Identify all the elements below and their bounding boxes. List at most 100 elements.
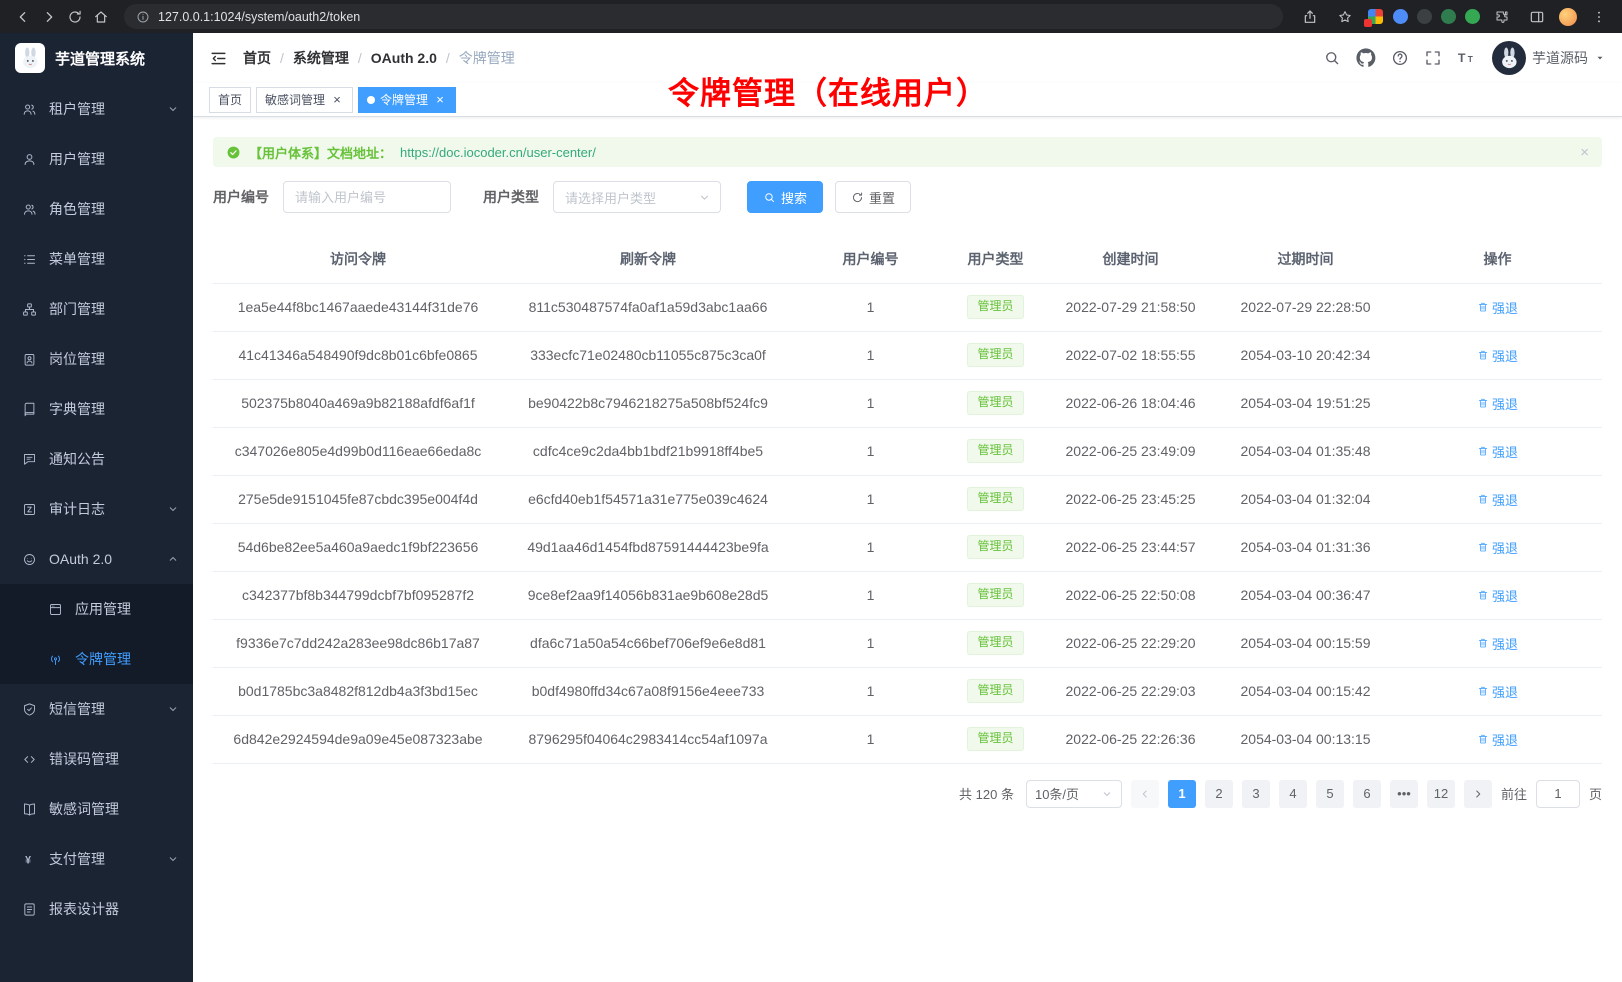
sidebar-fold-icon[interactable]	[209, 49, 228, 68]
force-logout-button[interactable]: 强退	[1477, 634, 1518, 653]
force-logout-button[interactable]: 强退	[1477, 586, 1518, 605]
bookmark-star-icon[interactable]	[1332, 5, 1358, 29]
pager-prev-button[interactable]	[1131, 780, 1159, 808]
table-row: 54d6be82ee5a460a9aedc1f9bf22365649d1aa46…	[213, 523, 1602, 571]
refresh-cell: 333ecfc71e02480cb11055c875c3ca0f	[530, 347, 766, 363]
page-content: 【用户体系】文档地址： https://doc.iocoder.cn/user-…	[193, 117, 1622, 808]
sidebar-item-label: 支付管理	[49, 849, 155, 869]
url-bar[interactable]: 127.0.0.1:1024/system/oauth2/token	[124, 4, 1283, 29]
pager-page-button[interactable]: 6	[1353, 780, 1381, 808]
svg-text:¥: ¥	[25, 854, 31, 866]
sidebar-item-dict[interactable]: 字典管理	[0, 384, 193, 434]
help-icon[interactable]	[1391, 49, 1409, 67]
user-type-select[interactable]: 请选择用户类型	[553, 181, 721, 213]
extension-icon[interactable]	[1441, 9, 1456, 24]
breadcrumb-item[interactable]: OAuth 2.0	[371, 50, 437, 66]
refresh-cell: 9ce8ef2aa9f14056b831ae9b608e28d5	[528, 587, 769, 603]
breadcrumb-item[interactable]: 系统管理	[293, 48, 349, 68]
access-cell: c347026e805e4d99b0d116eae66eda8c	[235, 443, 482, 459]
alert-close-icon[interactable]: ×	[1580, 145, 1589, 160]
tab-token[interactable]: 令牌管理×	[358, 87, 456, 113]
sidebar-item-dept[interactable]: 部门管理	[0, 284, 193, 334]
sidebar-item-sensitive-word[interactable]: 敏感词管理	[0, 784, 193, 834]
sidebar-item-tenant[interactable]: 租户管理	[0, 84, 193, 134]
user-menu[interactable]: 芋道源码	[1492, 41, 1606, 75]
sidebar-item-error-code[interactable]: 错误码管理	[0, 734, 193, 784]
created-cell: 2022-07-29 21:58:50	[1066, 299, 1196, 315]
sidebar-item-role[interactable]: 角色管理	[0, 184, 193, 234]
user-id-cell: 1	[867, 587, 875, 603]
sidebar-item-oauth2-app[interactable]: 应用管理	[0, 584, 193, 634]
extensions-puzzle-icon[interactable]	[1489, 5, 1515, 29]
goto-page-input[interactable]	[1536, 780, 1580, 808]
github-icon[interactable]	[1356, 48, 1376, 68]
side-panel-icon[interactable]	[1524, 5, 1550, 29]
app-logo[interactable]: 芋道管理系统	[0, 33, 193, 83]
force-logout-button[interactable]: 强退	[1477, 394, 1518, 413]
browser-profile-avatar[interactable]	[1559, 8, 1577, 26]
pager-page-button[interactable]: 3	[1242, 780, 1270, 808]
pager-page-button[interactable]: 1	[1168, 780, 1196, 808]
column-header: 创建时间	[1043, 235, 1218, 283]
tab-close-icon[interactable]: ×	[433, 93, 447, 107]
column-header: 访问令牌	[213, 235, 503, 283]
extension-badge	[1364, 19, 1372, 27]
log-icon	[21, 502, 37, 517]
filter-form: 用户编号 用户类型 请选择用户类型 搜索 重置	[213, 181, 1602, 213]
header-actions: TT 芋道源码	[1323, 41, 1606, 75]
back-icon[interactable]	[10, 5, 36, 29]
column-header: 过期时间	[1218, 235, 1393, 283]
pager-more-button[interactable]: •••	[1390, 780, 1418, 808]
access-cell: 54d6be82ee5a460a9aedc1f9bf223656	[238, 539, 479, 555]
site-info-icon[interactable]	[136, 5, 150, 29]
sidebar-item-oauth2-token[interactable]: 令牌管理	[0, 634, 193, 684]
home-icon[interactable]	[88, 5, 114, 29]
force-logout-button[interactable]: 强退	[1477, 490, 1518, 509]
extension-icon[interactable]	[1417, 9, 1432, 24]
pager-page-button[interactable]: 12	[1427, 780, 1455, 808]
force-logout-button[interactable]: 强退	[1477, 730, 1518, 749]
forward-icon[interactable]	[36, 5, 62, 29]
user-id-input[interactable]	[283, 181, 451, 213]
fullscreen-icon[interactable]	[1424, 49, 1442, 67]
force-logout-button[interactable]: 强退	[1477, 682, 1518, 701]
browser-menu-icon[interactable]	[1586, 5, 1612, 29]
share-icon[interactable]	[1297, 5, 1323, 29]
pager-page-button[interactable]: 4	[1279, 780, 1307, 808]
force-logout-button[interactable]: 强退	[1477, 346, 1518, 365]
page-size-select[interactable]: 10条/页	[1026, 780, 1122, 808]
breadcrumb-separator: /	[358, 50, 362, 66]
sidebar-item-user[interactable]: 用户管理	[0, 134, 193, 184]
search-icon[interactable]	[1323, 49, 1341, 67]
doc-link[interactable]: https://doc.iocoder.cn/user-center/	[400, 145, 596, 160]
extension-icon[interactable]	[1367, 8, 1384, 25]
sidebar-item-audit-log[interactable]: 审计日志	[0, 484, 193, 534]
reload-icon[interactable]	[62, 5, 88, 29]
force-logout-button[interactable]: 强退	[1477, 538, 1518, 557]
pager-page-button[interactable]: 2	[1205, 780, 1233, 808]
pager-page-button[interactable]: 5	[1316, 780, 1344, 808]
reset-button[interactable]: 重置	[835, 181, 911, 213]
tab-close-icon[interactable]: ×	[330, 93, 344, 107]
breadcrumb-item[interactable]: 首页	[243, 48, 271, 68]
sidebar-item-pay[interactable]: ¥ 支付管理	[0, 834, 193, 884]
sidebar-item-menu[interactable]: 菜单管理	[0, 234, 193, 284]
table-row: b0d1785bc3a8482f812db4a3f3bd15ecb0df4980…	[213, 667, 1602, 715]
access-cell: 6d842e2924594de9a09e45e087323abe	[233, 731, 482, 747]
force-logout-button[interactable]: 强退	[1477, 298, 1518, 317]
extension-icon[interactable]	[1465, 9, 1480, 24]
refresh-icon	[851, 191, 864, 204]
search-button[interactable]: 搜索	[747, 181, 823, 213]
tab-home[interactable]: 首页	[209, 87, 251, 113]
sidebar-item-notice[interactable]: 通知公告	[0, 434, 193, 484]
sidebar-item-report-designer[interactable]: 报表设计器	[0, 884, 193, 934]
sidebar-item-oauth2[interactable]: OAuth 2.0	[0, 534, 193, 584]
sidebar-item-sms[interactable]: 短信管理	[0, 684, 193, 734]
user-id-cell: 1	[867, 539, 875, 555]
extension-icon[interactable]	[1393, 9, 1408, 24]
tab-sensitive-word[interactable]: 敏感词管理×	[256, 87, 353, 113]
force-logout-button[interactable]: 强退	[1477, 442, 1518, 461]
pager-next-button[interactable]	[1464, 780, 1492, 808]
font-size-icon[interactable]: TT	[1457, 48, 1477, 68]
sidebar-item-post[interactable]: 岗位管理	[0, 334, 193, 384]
